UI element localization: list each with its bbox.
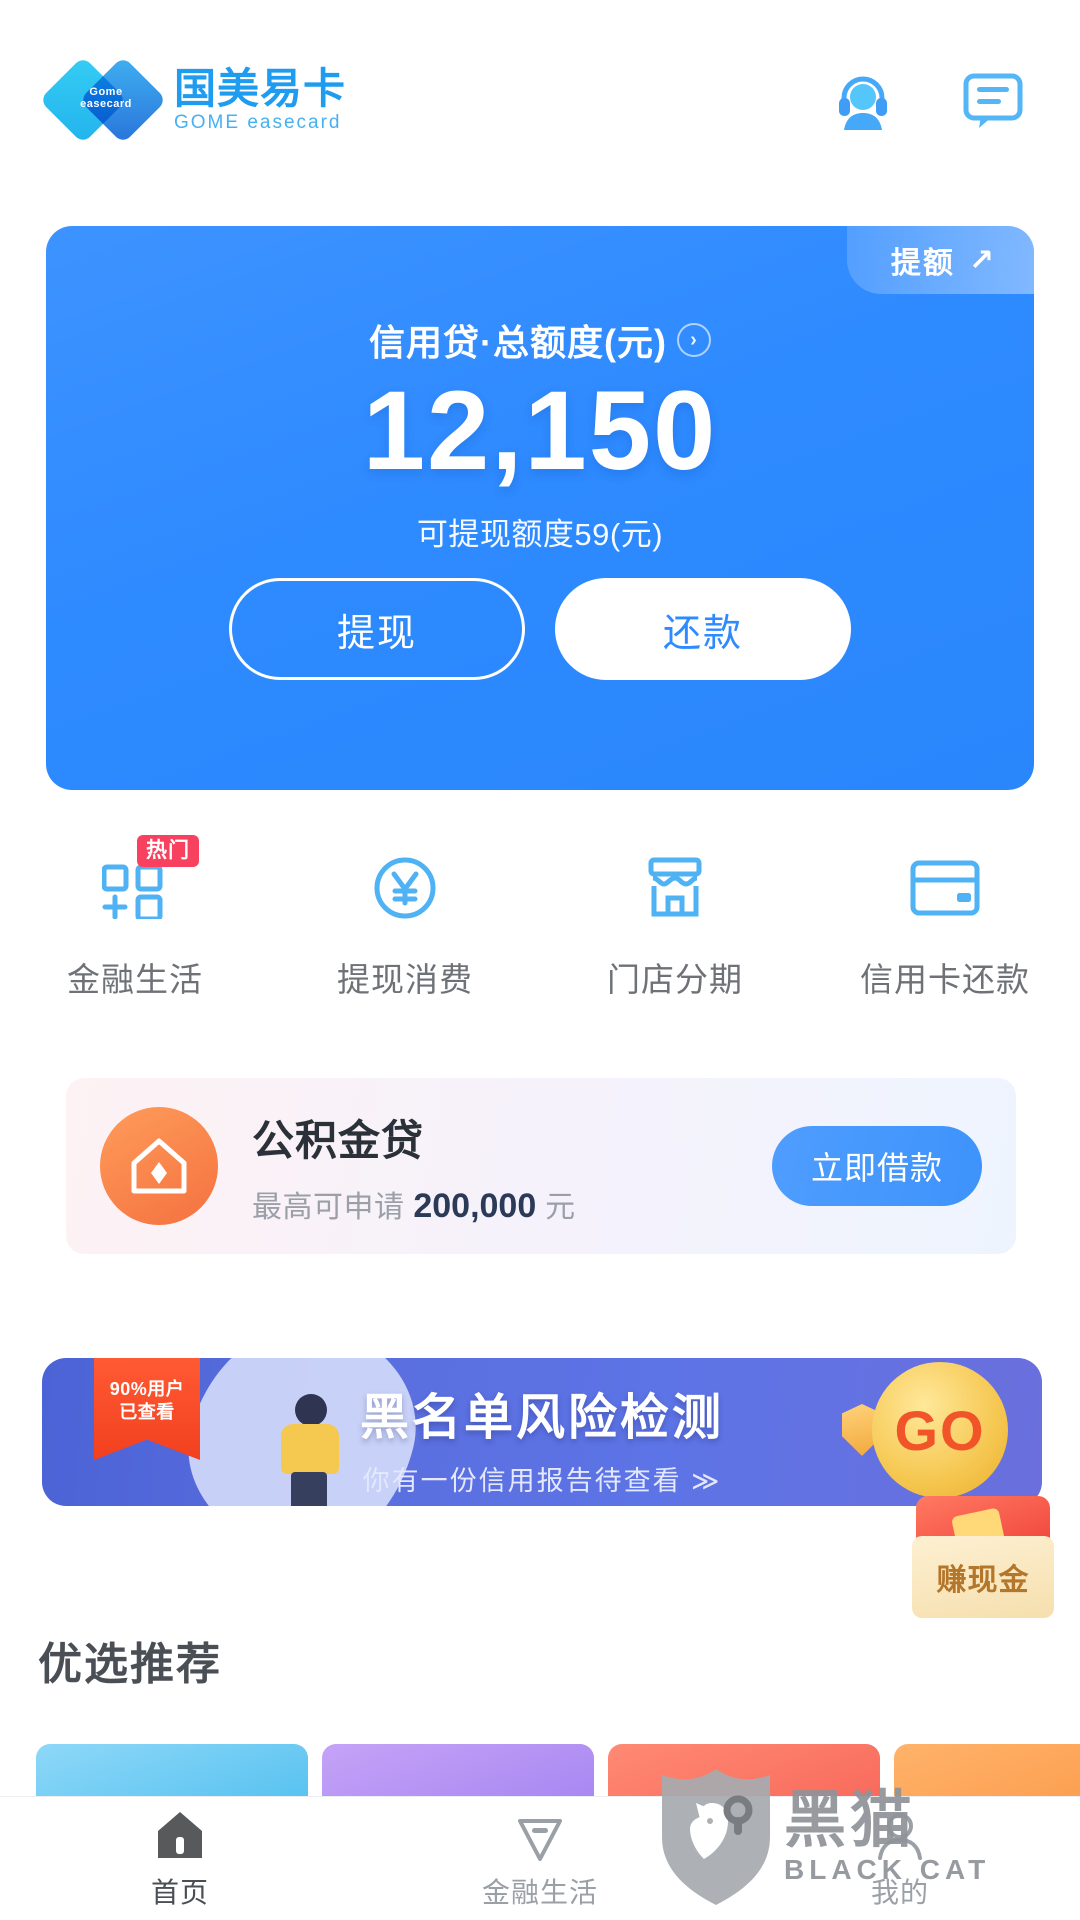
repay-button[interactable]: 还款: [555, 578, 851, 680]
brand-mark-label: Gome easecard: [80, 86, 132, 110]
brand-name-en: GOME easecard: [174, 112, 342, 133]
quick-action-store-installment[interactable]: 门店分期: [540, 845, 810, 1001]
credit-limit-card: 提额 ↗ 信用贷·总额度(元) › 12,150 可提现额度59(元) 提现 还…: [46, 226, 1034, 790]
blacklist-risk-promo-banner[interactable]: 90%用户 已查看 黑名单风险检测 你有一份信用报告待查看 ≫ GO: [42, 1358, 1042, 1506]
tab-label: 首页: [150, 1876, 209, 1908]
black-cat-shield-icon: [662, 1769, 770, 1905]
quick-actions-row: 热门 金融生活 提现消费 门店分期 信用卡还款: [0, 835, 1080, 1001]
chevron-right-icon[interactable]: ›: [676, 323, 711, 357]
hot-badge: 热门: [137, 835, 199, 867]
watermark-en: BLACK CAT: [784, 1854, 991, 1885]
headset-customer-service-icon[interactable]: [828, 65, 898, 135]
fund-loan-amount: 200,000: [413, 1186, 537, 1225]
section-title-recommended: 优选推荐: [38, 1640, 222, 1689]
increase-quota-label: 提额: [890, 247, 955, 280]
withdraw-button[interactable]: 提现: [229, 578, 525, 680]
grid-plus-icon: 热门: [89, 835, 199, 931]
tab-label: 金融生活: [481, 1876, 598, 1908]
arrow-up-icon: ↗: [968, 243, 996, 277]
earn-cash-label: 赚现金: [912, 1536, 1054, 1618]
storefront-icon: [629, 845, 721, 931]
go-button[interactable]: GO: [872, 1362, 1008, 1498]
available-withdraw-text: 可提现额度59(元): [416, 517, 664, 552]
tab-home[interactable]: 首页: [0, 1797, 360, 1920]
borrow-now-button[interactable]: 立即借款: [772, 1126, 982, 1206]
increase-quota-badge[interactable]: 提额 ↗: [846, 226, 1034, 294]
fund-loan-title: 公积金贷: [252, 1116, 425, 1164]
fund-loan-banner[interactable]: 公积金贷 最高可申请 200,000 元 立即借款: [66, 1078, 1016, 1254]
recommended-card[interactable]: [36, 1744, 308, 1800]
brand-name-cn: 国美易卡: [174, 65, 347, 112]
quick-action-label: 提现消费: [337, 961, 473, 998]
quick-action-financial-life[interactable]: 热门 金融生活: [0, 835, 270, 1001]
quick-action-label: 信用卡还款: [860, 961, 1030, 998]
quick-action-withdraw-spend[interactable]: 提现消费: [270, 845, 540, 1001]
black-cat-watermark: 黑猫 BLACK CAT: [656, 1762, 1076, 1912]
home-icon: [158, 1811, 202, 1858]
quick-action-label: 门店分期: [607, 961, 743, 998]
earn-cash-floating-button[interactable]: 赚现金: [912, 1496, 1054, 1618]
house-icon: [100, 1107, 218, 1225]
message-bubble-icon[interactable]: [958, 65, 1028, 135]
brand-logo: Gome easecard 国美易卡 GOME easecard: [39, 56, 347, 144]
total-limit-amount: 12,150: [362, 368, 718, 493]
credit-card-title-row[interactable]: 信用贷·总额度(元) ›: [46, 314, 1034, 366]
yen-circle-icon: [359, 845, 451, 931]
credit-card-icon: [899, 845, 991, 931]
diamond-tag-icon: [518, 1818, 562, 1861]
watermark-cn: 黑猫: [784, 1786, 917, 1855]
quick-action-credit-card-repay[interactable]: 信用卡还款: [810, 845, 1080, 1001]
brand-diamond-icon: Gome easecard: [39, 56, 167, 144]
app-header: Gome easecard 国美易卡 GOME easecard: [0, 0, 1080, 200]
fund-loan-desc-prefix: 最高可申请: [252, 1190, 405, 1224]
app-screen: Gome easecard 国美易卡 GOME easecard 提额 ↗ 信用…: [0, 0, 1080, 1920]
quick-action-label: 金融生活: [67, 961, 203, 998]
recommended-card[interactable]: [322, 1744, 594, 1800]
fund-loan-desc-suffix: 元: [545, 1190, 576, 1224]
credit-card-title: 信用贷·总额度(元): [369, 322, 667, 363]
fund-loan-desc: 最高可申请 200,000 元: [252, 1182, 576, 1226]
